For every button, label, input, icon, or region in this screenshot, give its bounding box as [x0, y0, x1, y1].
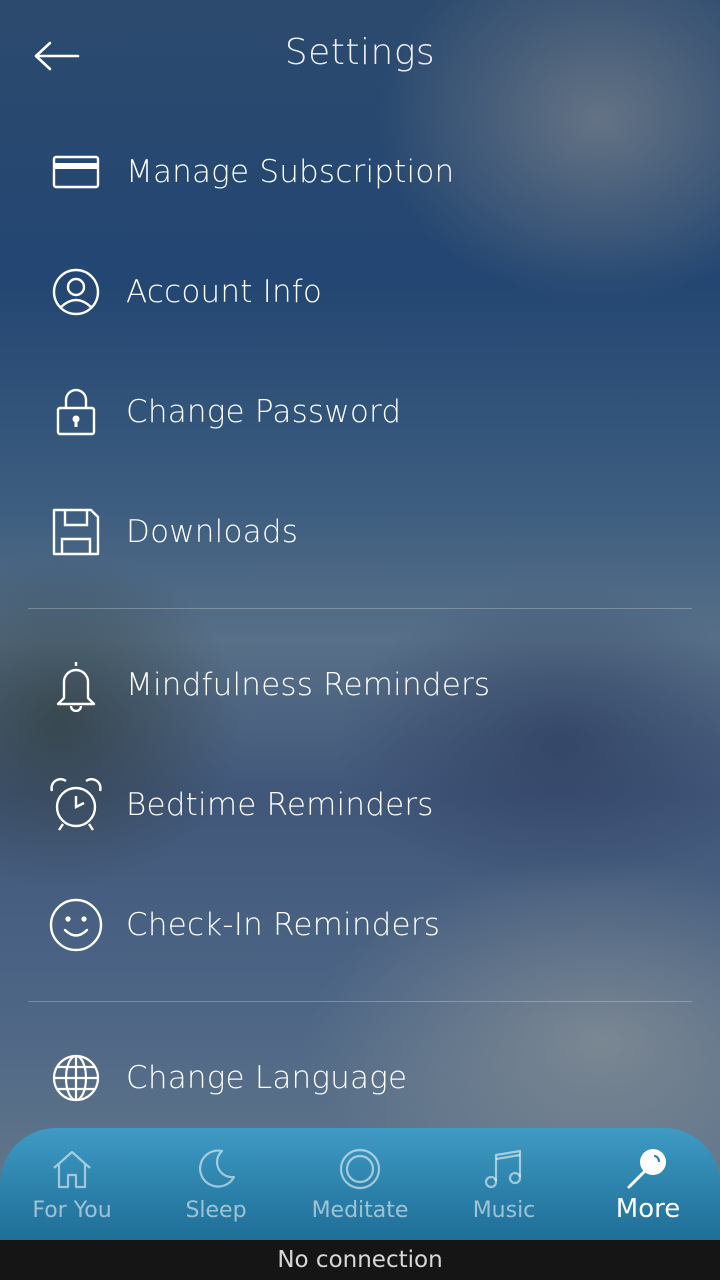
- connection-status-text: No connection: [277, 1247, 443, 1273]
- section-divider: [28, 1001, 692, 1002]
- ring-icon: [337, 1146, 383, 1192]
- bottom-tab-bar: For You Sleep Meditate Music More: [0, 1128, 720, 1240]
- tab-meditate[interactable]: Meditate: [288, 1128, 432, 1240]
- bedtime-reminders-label: Bedtime Reminders: [126, 787, 434, 823]
- check-in-reminders-label: Check-In Reminders: [126, 907, 441, 943]
- bedtime-reminders-item[interactable]: Bedtime Reminders: [0, 745, 720, 865]
- tab-meditate-label: Meditate: [311, 1198, 409, 1223]
- home-icon: [49, 1146, 95, 1192]
- downloads-label: Downloads: [126, 514, 299, 550]
- manage-subscription-item[interactable]: Manage Subscription: [0, 112, 720, 232]
- tab-more-label: More: [615, 1194, 681, 1224]
- connection-status-bar: No connection: [0, 1240, 720, 1280]
- section-divider: [28, 608, 692, 609]
- downloads-item[interactable]: Downloads: [0, 472, 720, 592]
- tab-for-you[interactable]: For You: [0, 1128, 144, 1240]
- music-note-icon: [481, 1146, 527, 1192]
- alarm-clock-icon: [46, 775, 106, 835]
- settings-menu: Manage Subscription Account Info Change …: [0, 112, 720, 1138]
- magnifier-icon: [625, 1146, 671, 1192]
- bell-icon: [46, 655, 106, 715]
- account-info-item[interactable]: Account Info: [0, 232, 720, 352]
- header: Settings: [0, 0, 720, 115]
- change-language-item[interactable]: Change Language: [0, 1018, 720, 1138]
- manage-subscription-label: Manage Subscription: [126, 154, 455, 190]
- tab-music[interactable]: Music: [432, 1128, 576, 1240]
- tab-for-you-label: For You: [32, 1198, 112, 1223]
- mindfulness-reminders-item[interactable]: Mindfulness Reminders: [0, 625, 720, 745]
- page-title: Settings: [284, 32, 436, 73]
- change-password-label: Change Password: [126, 394, 402, 430]
- tab-more[interactable]: More: [576, 1128, 720, 1240]
- check-in-reminders-item[interactable]: Check-In Reminders: [0, 865, 720, 985]
- account-info-label: Account Info: [126, 274, 323, 310]
- credit-card-icon: [46, 142, 106, 202]
- tab-sleep[interactable]: Sleep: [144, 1128, 288, 1240]
- user-circle-icon: [46, 262, 106, 322]
- tab-sleep-label: Sleep: [185, 1198, 247, 1223]
- floppy-disk-icon: [46, 502, 106, 562]
- smiley-icon: [46, 895, 106, 955]
- globe-icon: [46, 1048, 106, 1108]
- tab-music-label: Music: [472, 1198, 536, 1223]
- mindfulness-reminders-label: Mindfulness Reminders: [126, 667, 491, 703]
- change-language-label: Change Language: [126, 1060, 408, 1096]
- lock-icon: [46, 382, 106, 442]
- change-password-item[interactable]: Change Password: [0, 352, 720, 472]
- moon-icon: [193, 1146, 239, 1192]
